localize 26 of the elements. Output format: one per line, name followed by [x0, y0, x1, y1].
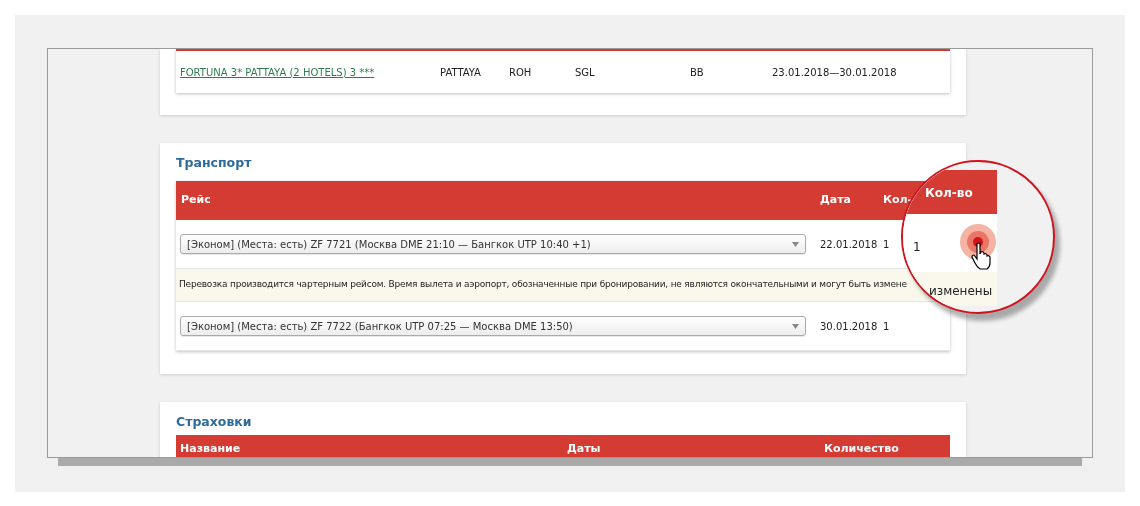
column-header: Кол-	[882, 192, 913, 209]
dropdown-caret-icon	[792, 241, 799, 247]
section-title: Страховки	[176, 414, 253, 431]
column-header: Название	[179, 441, 241, 457]
hand-cursor-icon	[971, 242, 993, 270]
flight-select[interactable]: [Эконом] (Места: есть) ZF 7722 (Бангкок UTP 07:25 — Москва DME 13:50)	[180, 316, 806, 336]
dropdown-caret-icon	[792, 323, 799, 329]
notice-text: изменены	[929, 283, 993, 300]
date-text: 22.01.2018	[819, 237, 878, 252]
city-text: PATTAYA	[440, 65, 481, 80]
notice-text: Перевозка производится чартерным рейсом. Время вылета и аэропорт, обозначенные при бронировании, не являются окончательными и могут быть измене	[179, 278, 907, 292]
quantity-text: 1	[882, 237, 890, 252]
column-header: Даты	[566, 441, 601, 457]
column-header: Количество	[823, 441, 899, 457]
column-header: Дата	[819, 192, 852, 209]
quantity-value: 1	[913, 239, 921, 256]
section-title: Транспорт	[176, 155, 253, 172]
column-header: Рейс	[180, 192, 211, 209]
hotel-link[interactable]: FORTUNA 3* PATTAYA (2 HOTELS) 3 ***	[180, 64, 375, 80]
date-text: 30.01.2018	[819, 319, 878, 334]
meal-text: BB	[690, 65, 704, 80]
dates-text: 23.01.2018—30.01.2018	[772, 65, 897, 80]
quantity-text: 1	[882, 319, 890, 334]
accommodation-text: SGL	[575, 65, 595, 80]
flight-select[interactable]: [Эконом] (Места: есть) ZF 7721 (Москва DME 21:10 — Бангкок UTP 10:40 +1)	[180, 234, 806, 254]
room-text: ROH	[509, 65, 532, 80]
